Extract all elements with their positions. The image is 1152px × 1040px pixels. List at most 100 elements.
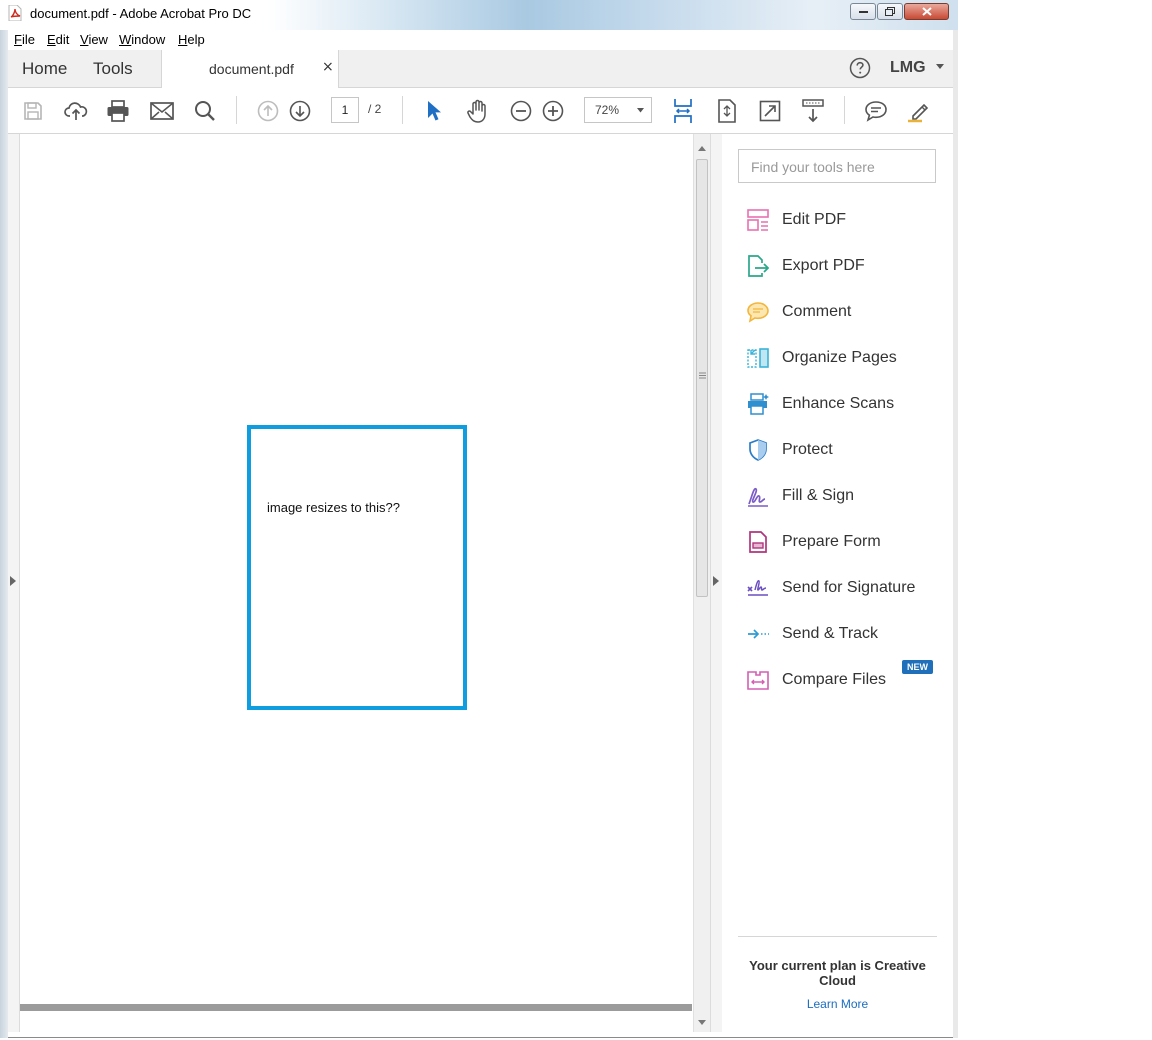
- zoom-in-button[interactable]: [540, 98, 566, 124]
- select-tool-button[interactable]: [421, 98, 447, 124]
- tool-fill-sign[interactable]: Fill & Sign: [746, 481, 946, 511]
- tools-pane: Find your tools here Edit PDF Export PDF…: [722, 134, 953, 1032]
- main-toolbar: 1 / 2 72%: [8, 88, 954, 134]
- tool-export-pdf[interactable]: Export PDF: [746, 251, 946, 281]
- document-tab-label: document.pdf: [209, 61, 294, 77]
- scroll-up-arrow-icon[interactable]: [698, 146, 706, 151]
- chevron-right-icon: [10, 576, 16, 586]
- tools-search-input[interactable]: Find your tools here: [738, 149, 936, 183]
- document-tab[interactable]: document.pdf ×: [161, 50, 339, 88]
- chevron-right-icon: [713, 576, 719, 586]
- pdf-page-frame: image resizes to this??: [247, 425, 467, 710]
- fit-width-icon: [674, 99, 692, 123]
- acrobat-pdf-icon: [8, 5, 22, 21]
- page-down-icon: [289, 100, 311, 122]
- full-screen-icon: [759, 100, 781, 122]
- comment-icon: [865, 101, 887, 122]
- tool-send-for-signature[interactable]: Send for Signature: [746, 573, 946, 603]
- zoom-value: 72%: [595, 103, 620, 117]
- menu-window[interactable]: Window: [119, 32, 165, 47]
- chevron-down-icon[interactable]: [936, 64, 945, 70]
- tool-comment[interactable]: Comment: [746, 297, 946, 327]
- page-text: image resizes to this??: [267, 500, 400, 515]
- restore-icon: [885, 7, 895, 16]
- select-arrow-icon: [428, 101, 441, 121]
- tool-label: Send & Track: [782, 625, 879, 642]
- tool-label: Comment: [782, 303, 852, 320]
- close-window-button[interactable]: [904, 3, 949, 20]
- zoom-out-icon: [510, 100, 532, 122]
- vertical-scrollbar[interactable]: [693, 134, 711, 1032]
- tool-enhance-scans[interactable]: Enhance Scans: [746, 389, 946, 419]
- help-icon[interactable]: [849, 57, 871, 79]
- scroll-mode-button[interactable]: [800, 98, 826, 124]
- menu-view[interactable]: View: [80, 32, 108, 47]
- email-button[interactable]: [149, 98, 175, 124]
- window-border: [953, 30, 958, 1038]
- tool-label: Export PDF: [782, 257, 865, 274]
- tool-protect[interactable]: Protect: [746, 435, 946, 465]
- menu-file[interactable]: File: [14, 32, 35, 47]
- tool-edit-pdf[interactable]: Edit PDF: [746, 205, 946, 235]
- title-bar: document.pdf - Adobe Acrobat Pro DC: [0, 0, 958, 30]
- page-number-input[interactable]: 1: [331, 97, 359, 123]
- zoom-in-icon: [542, 100, 564, 122]
- full-screen-button[interactable]: [757, 98, 783, 124]
- tool-send-track[interactable]: Send & Track: [746, 619, 946, 649]
- scroll-mode-icon: [802, 99, 824, 123]
- zoom-out-button[interactable]: [508, 98, 534, 124]
- send-track-icon: [748, 629, 769, 639]
- save-button[interactable]: [20, 98, 46, 124]
- minimize-icon: [858, 11, 868, 13]
- compare-files-icon: [747, 671, 769, 690]
- next-page-button[interactable]: [287, 98, 313, 124]
- fill-sign-icon: [748, 487, 768, 507]
- horizontal-scrollbar[interactable]: [20, 1004, 692, 1011]
- left-panel-toggle[interactable]: [8, 134, 20, 1032]
- toolbar-separator: [402, 96, 403, 124]
- minimize-button[interactable]: [850, 3, 876, 20]
- send-signature-icon: [747, 580, 768, 596]
- tab-bar: Home Tools document.pdf × LMG: [8, 50, 954, 88]
- fit-width-button[interactable]: [670, 98, 696, 124]
- toolbar-separator: [236, 96, 237, 124]
- upload-button[interactable]: [63, 98, 89, 124]
- grip-icon: [699, 372, 706, 379]
- window-title: document.pdf - Adobe Acrobat Pro DC: [30, 6, 252, 21]
- comment-tool-button[interactable]: [863, 98, 889, 124]
- menu-help[interactable]: Help: [178, 32, 205, 47]
- fit-page-icon: [718, 99, 736, 123]
- user-account-menu[interactable]: LMG: [890, 59, 926, 77]
- learn-more-link[interactable]: Learn More: [738, 997, 937, 1011]
- tool-label: Fill & Sign: [782, 487, 855, 504]
- plan-status-text: Your current plan is Creative Cloud: [749, 958, 926, 988]
- find-button[interactable]: [192, 98, 218, 124]
- hand-tool-button[interactable]: [465, 98, 491, 124]
- close-icon: [921, 7, 932, 16]
- tool-prepare-form[interactable]: Prepare Form: [746, 527, 946, 557]
- menu-bar: File Edit View Window Help: [8, 30, 954, 51]
- organize-pages-icon: [747, 348, 769, 368]
- print-icon: [107, 100, 129, 122]
- print-button[interactable]: [105, 98, 131, 124]
- scroll-down-arrow-icon[interactable]: [698, 1020, 706, 1025]
- tab-home[interactable]: Home: [22, 59, 67, 79]
- menu-edit[interactable]: Edit: [47, 32, 69, 47]
- email-icon: [150, 102, 174, 120]
- search-icon: [195, 101, 215, 121]
- highlight-pen-icon: [908, 103, 929, 123]
- previous-page-button[interactable]: [255, 98, 281, 124]
- divider: [738, 936, 937, 937]
- tool-organize-pages[interactable]: Organize Pages: [746, 343, 946, 373]
- highlight-tool-button[interactable]: [906, 98, 932, 124]
- page-up-icon: [257, 100, 279, 122]
- hand-icon: [467, 99, 486, 123]
- zoom-level-select[interactable]: 72%: [584, 97, 652, 123]
- maximize-button[interactable]: [877, 3, 903, 20]
- close-tab-button[interactable]: ×: [322, 59, 334, 75]
- tab-tools[interactable]: Tools: [93, 59, 133, 79]
- window-border: [0, 30, 8, 1038]
- fit-page-button[interactable]: [714, 98, 740, 124]
- edit-pdf-icon: [747, 209, 769, 231]
- scrollbar-thumb[interactable]: [696, 159, 708, 597]
